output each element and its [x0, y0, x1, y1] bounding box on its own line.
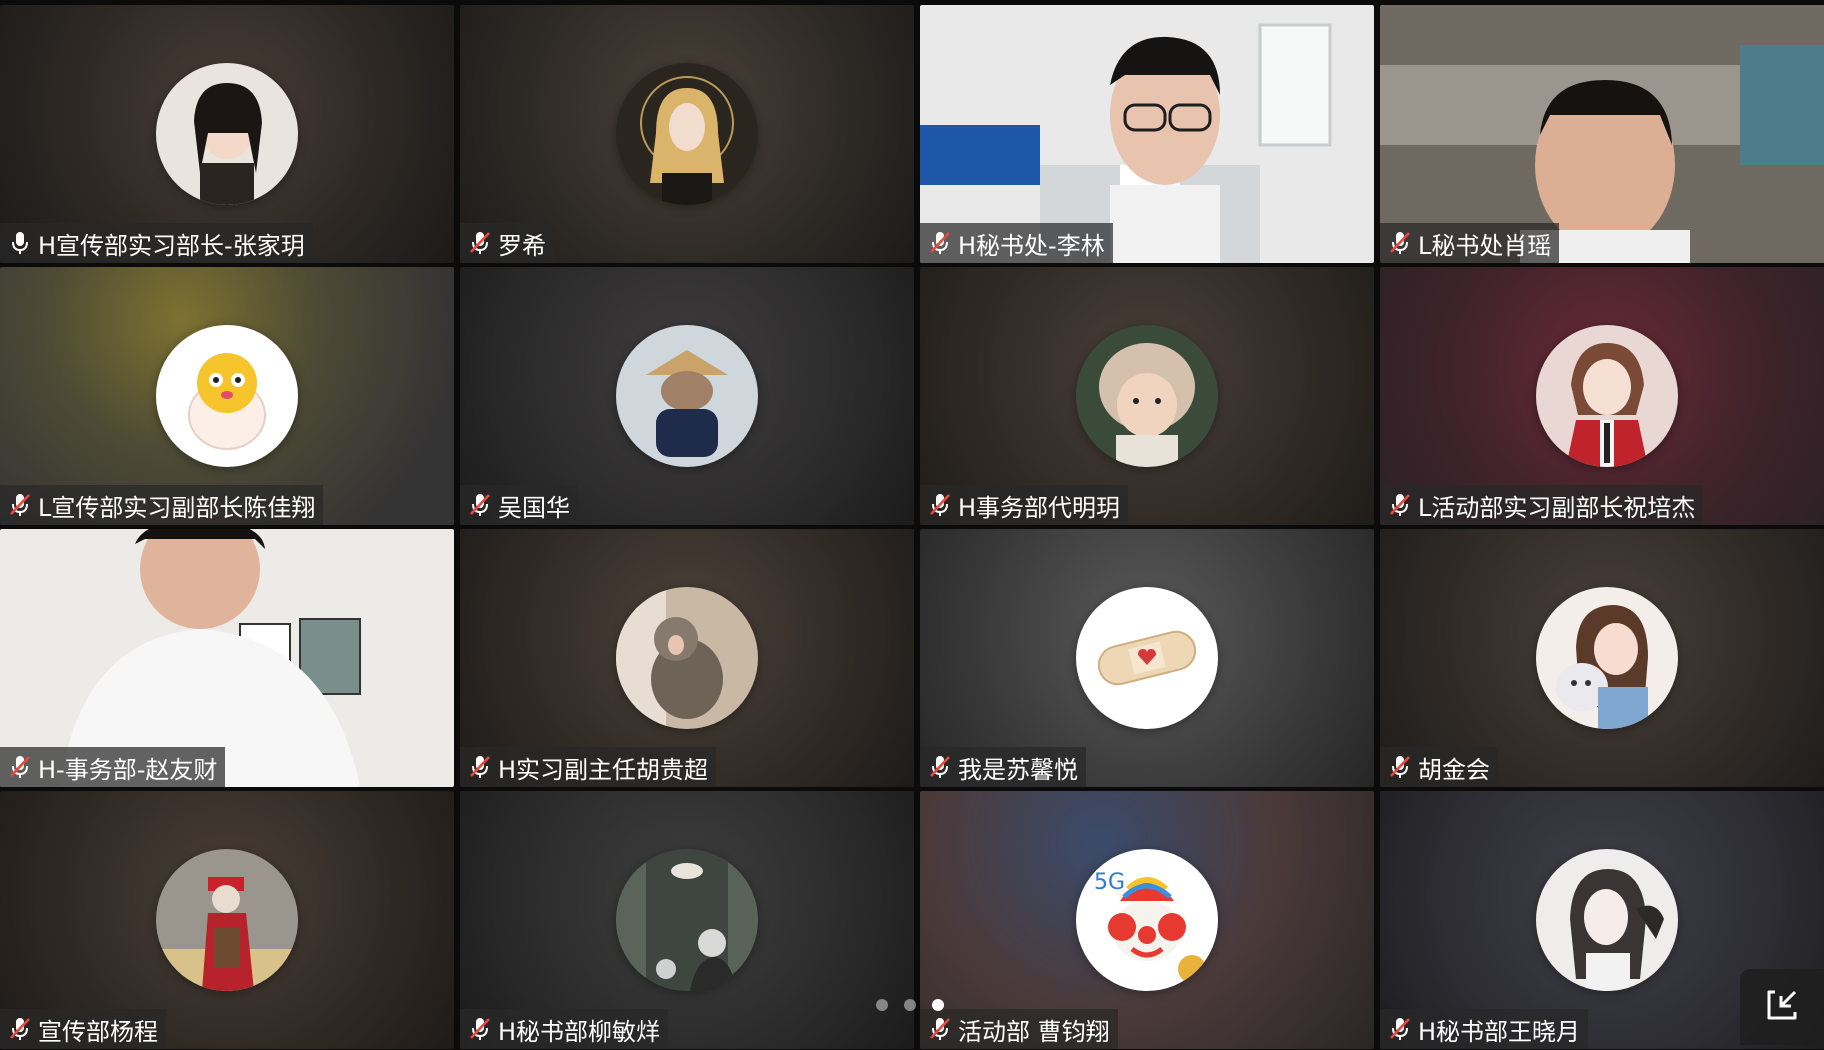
participant-name-tag: 罗希	[460, 223, 554, 263]
participant-name: H秘书处-李林	[958, 226, 1105, 261]
participant-name-tag: L活动部实习副部长祝培杰	[1380, 485, 1703, 525]
microphone-muted-icon	[8, 754, 32, 780]
microphone-muted-icon	[928, 1016, 952, 1042]
participant-tile[interactable]: 我是苏馨悦	[920, 529, 1374, 787]
participant-name-tag: 活动部 曹钧翔	[920, 1009, 1118, 1049]
participant-tile[interactable]: H秘书部柳敏烊	[460, 791, 914, 1049]
participant-tile[interactable]: 吴国华	[460, 267, 914, 525]
participant-name: 胡金会	[1418, 750, 1490, 785]
participant-name: 宣传部杨程	[38, 1012, 158, 1047]
page-dot[interactable]	[876, 999, 888, 1011]
microphone-muted-icon	[1388, 1016, 1412, 1042]
microphone-muted-icon	[1388, 754, 1412, 780]
participant-avatar: 5G	[1076, 849, 1218, 991]
microphone-muted-icon	[468, 1016, 492, 1042]
microphone-muted-icon	[8, 492, 32, 518]
participant-avatar	[156, 849, 298, 991]
microphone-muted-icon	[468, 230, 492, 256]
exit-fullscreen-button[interactable]	[1740, 969, 1824, 1045]
participant-name-tag: L宣传部实习副部长陈佳翔	[0, 485, 323, 525]
participant-name: 罗希	[498, 226, 546, 261]
participant-tile[interactable]: L活动部实习副部长祝培杰	[1380, 267, 1824, 525]
participant-name-tag: H秘书部王晓月	[1380, 1009, 1588, 1049]
participant-avatar	[616, 587, 758, 729]
participant-avatar	[1536, 325, 1678, 467]
microphone-muted-icon	[928, 492, 952, 518]
participant-name: L活动部实习副部长祝培杰	[1418, 488, 1695, 523]
participant-name-tag: H秘书处-李林	[920, 223, 1113, 263]
participant-name: 我是苏馨悦	[958, 750, 1078, 785]
page-dot-active[interactable]	[932, 999, 944, 1011]
participant-tile[interactable]: L宣传部实习副部长陈佳翔	[0, 267, 454, 525]
participant-name-tag: H-事务部-赵友财	[0, 747, 225, 787]
participant-avatar	[616, 325, 758, 467]
participant-tile[interactable]: 胡金会	[1380, 529, 1824, 787]
participant-name-tag: L秘书处肖瑶	[1380, 223, 1559, 263]
participant-avatar	[156, 325, 298, 467]
microphone-muted-icon	[468, 754, 492, 780]
participant-name: H宣传部实习部长-张家玥	[38, 226, 305, 261]
participant-video-tile[interactable]: H秘书处-李林	[920, 5, 1374, 263]
participant-name: H事务部代明玥	[958, 488, 1120, 523]
participant-name-tag: H宣传部实习部长-张家玥	[0, 223, 313, 263]
participant-name-tag: 吴国华	[460, 485, 578, 525]
page-indicator[interactable]	[876, 999, 944, 1011]
participant-name-tag: 胡金会	[1380, 747, 1498, 787]
microphone-muted-icon	[1388, 492, 1412, 518]
microphone-muted-icon	[8, 1016, 32, 1042]
participant-avatar	[616, 849, 758, 991]
participant-name: 活动部 曹钧翔	[958, 1012, 1110, 1047]
participant-avatar	[1076, 325, 1218, 467]
participant-video-tile[interactable]: L秘书处肖瑶	[1380, 5, 1824, 263]
participant-tile[interactable]: H事务部代明玥	[920, 267, 1374, 525]
participant-tile[interactable]: H实习副主任胡贵超	[460, 529, 914, 787]
svg-text:5G: 5G	[1094, 870, 1125, 895]
participant-tile[interactable]: 5G 活动部 曹钧翔	[920, 791, 1374, 1049]
participant-tile[interactable]: 宣传部杨程	[0, 791, 454, 1049]
participant-name: L宣传部实习副部长陈佳翔	[38, 488, 315, 523]
participant-avatar	[1536, 587, 1678, 729]
participant-avatar	[616, 63, 758, 205]
participant-video-tile[interactable]: H-事务部-赵友财	[0, 529, 454, 787]
participant-name: L秘书处肖瑶	[1418, 226, 1551, 261]
participant-name-tag: H事务部代明玥	[920, 485, 1128, 525]
microphone-muted-icon	[1388, 230, 1412, 256]
participant-name: H-事务部-赵友财	[38, 750, 217, 785]
microphone-muted-icon	[928, 230, 952, 256]
participant-avatar	[1076, 587, 1218, 729]
participant-name-tag: 我是苏馨悦	[920, 747, 1086, 787]
participant-tile[interactable]: H宣传部实习部长-张家玥	[0, 5, 454, 263]
microphone-icon	[8, 230, 32, 256]
participant-name-tag: H实习副主任胡贵超	[460, 747, 716, 787]
exit-fullscreen-icon	[1761, 984, 1803, 1030]
participant-name-tag: H秘书部柳敏烊	[460, 1009, 668, 1049]
participant-name: 吴国华	[498, 488, 570, 523]
microphone-muted-icon	[928, 754, 952, 780]
page-dot[interactable]	[904, 999, 916, 1011]
participant-name: H秘书部王晓月	[1418, 1012, 1580, 1047]
video-grid: H宣传部实习部长-张家玥 罗希 H秘书处-李林	[0, 0, 1824, 1050]
participant-avatar	[156, 63, 298, 205]
participant-name: H秘书部柳敏烊	[498, 1012, 660, 1047]
participant-name-tag: 宣传部杨程	[0, 1009, 166, 1049]
participant-name: H实习副主任胡贵超	[498, 750, 708, 785]
participant-avatar	[1536, 849, 1678, 991]
participant-tile[interactable]: 罗希	[460, 5, 914, 263]
microphone-muted-icon	[468, 492, 492, 518]
